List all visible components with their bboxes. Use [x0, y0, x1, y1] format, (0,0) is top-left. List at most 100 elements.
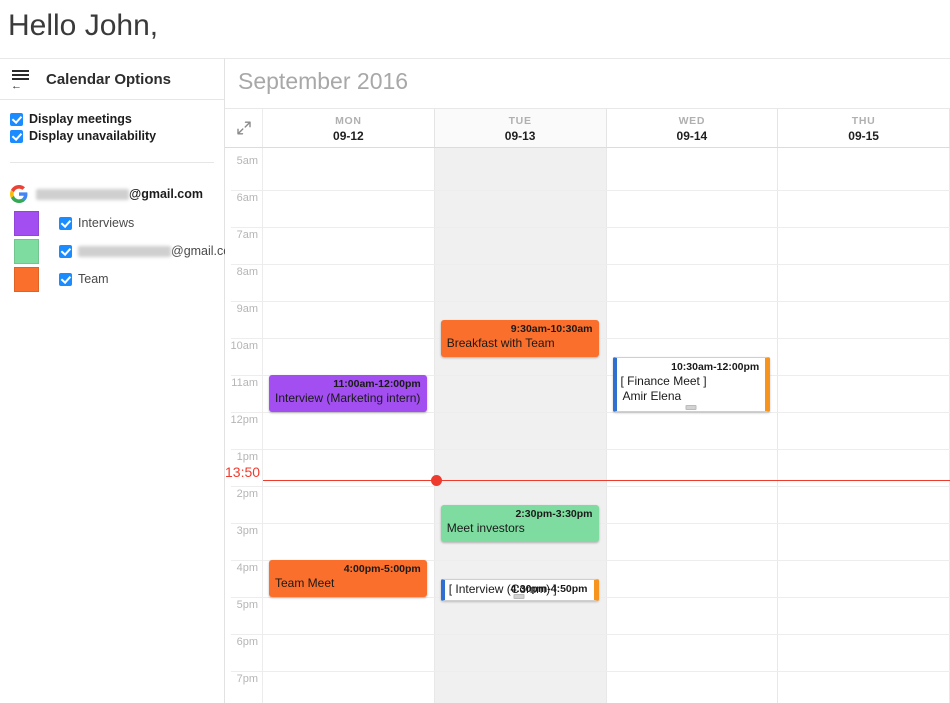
- arrow-left-icon: ←: [11, 80, 22, 92]
- day-column-thu[interactable]: [778, 148, 950, 703]
- hour-label: 4pm: [236, 562, 258, 574]
- hour-gridline: [263, 301, 950, 302]
- calendar-grid-scroll[interactable]: 5am 6am 7am 8am 9am 10am 11am 12pm 1pm 2pm 3pm 4pm 5…: [225, 148, 950, 703]
- hour-gridline: [263, 486, 950, 487]
- day-header-mon[interactable]: MON 09-12: [263, 109, 435, 147]
- hour-gridline: [263, 264, 950, 265]
- gutter-separator: [231, 597, 262, 598]
- day-header-wed[interactable]: WED 09-14: [607, 109, 779, 147]
- day-column-wed[interactable]: [607, 148, 779, 703]
- checkbox-interviews[interactable]: [59, 216, 72, 230]
- calendar-event[interactable]: 9:30am-10:30am Breakfast with Team: [440, 319, 599, 357]
- gutter-separator: [231, 486, 262, 487]
- color-swatch-interviews: [14, 210, 39, 236]
- gutter-separator: [231, 560, 262, 561]
- hour-label: 10am: [230, 340, 258, 352]
- hour-gridline: [263, 227, 950, 228]
- calendar-grid: 5am 6am 7am 8am 9am 10am 11am 12pm 1pm 2pm 3pm 4pm 5…: [225, 148, 950, 703]
- sidebar: ← Calendar Options Display meetings Disp…: [0, 58, 241, 703]
- event-time: 10:30am-12:00pm: [671, 360, 760, 373]
- redacted-email-text: j-clark-recruit: [36, 189, 129, 201]
- day-of-week: THU: [851, 114, 876, 127]
- expand-arrows-icon[interactable]: [225, 109, 263, 147]
- hour-gridline: [263, 449, 950, 450]
- option-label: Display meetings: [29, 112, 132, 126]
- calendar-event[interactable]: 11:00am-12:00pm Interview (Marketing inte…: [269, 375, 427, 412]
- day-header-tue[interactable]: TUE 09-13: [434, 109, 607, 147]
- hour-gridline: [263, 671, 950, 672]
- hour-gridline: [263, 412, 950, 413]
- event-time: 4:00pm-5:00pm: [343, 563, 421, 575]
- current-time-line: [263, 479, 950, 481]
- checkbox-team[interactable]: [59, 272, 72, 286]
- hour-label: 5am: [236, 155, 258, 167]
- current-time-dot: [430, 474, 442, 486]
- hour-label: 1pm: [236, 451, 258, 463]
- day-column-tue[interactable]: [434, 148, 607, 703]
- hour-label: 7am: [236, 229, 258, 241]
- day-column-mon[interactable]: [263, 148, 435, 703]
- checkbox-personal[interactable]: [59, 244, 72, 258]
- hour-label: 9am: [236, 303, 258, 315]
- calendar-month-title: September 2016: [238, 68, 409, 94]
- calendar-event[interactable]: 2:30pm-3:30pm Meet investors: [440, 504, 599, 542]
- calendar-item-personal[interactable]: j-clark-recruit@gmail.com: [14, 237, 241, 265]
- calendar-event[interactable]: 4:00pm-5:00pm Team Meet: [269, 560, 427, 597]
- hamburger-back-icon[interactable]: ←: [10, 67, 32, 92]
- color-swatch-personal: [14, 238, 39, 264]
- gutter-separator: [231, 190, 262, 191]
- day-date: 09-14: [676, 128, 708, 143]
- event-resize-handle[interactable]: [513, 593, 525, 599]
- calendar-list: Interviews j-clark-recruit@gmail.com Tea…: [0, 203, 241, 293]
- display-options: Display meetings Display unavailability: [0, 100, 224, 156]
- calendar-item-team[interactable]: Team: [14, 265, 224, 293]
- hour-label: 6pm: [236, 636, 258, 648]
- hamburger-bar: [12, 70, 29, 72]
- event-time: 9:30am-10:30am: [510, 322, 593, 335]
- hour-label: 7pm: [236, 673, 258, 685]
- day-of-week: TUE: [508, 114, 532, 127]
- sidebar-title: Calendar Options: [46, 70, 172, 88]
- email-domain: @gmail.com: [129, 187, 204, 201]
- event-resize-handle[interactable]: [685, 405, 697, 410]
- time-gutter: 5am 6am 7am 8am 9am 10am 11am 12pm 1pm 2pm 3pm 4pm 5…: [225, 148, 263, 703]
- event-title: [ Finance Meet ]: [620, 373, 707, 388]
- checkbox-display-unavailability[interactable]: [10, 129, 23, 143]
- event-title: Interview (Marketing intern): [275, 391, 421, 405]
- hamburger-bar: [12, 74, 29, 76]
- gutter-separator: [231, 412, 262, 413]
- gutter-separator: [231, 634, 262, 635]
- calendar-event[interactable]: 10:30am-12:00pm[ Finance Meet ] Amir Elen…: [612, 356, 771, 412]
- current-time-label: 13:50: [225, 463, 262, 480]
- calendar-item-label: Interviews: [78, 216, 135, 230]
- calendar-app: Hello John, ← Calendar Options Display m…: [0, 0, 950, 703]
- expand-arrows-glyph: [236, 121, 251, 135]
- hour-label: 3pm: [236, 525, 258, 537]
- checkbox-display-meetings[interactable]: [10, 112, 23, 126]
- option-display-unavailability[interactable]: Display unavailability: [10, 129, 224, 143]
- hour-label: 8am: [236, 266, 258, 278]
- hour-label: 12pm: [230, 414, 258, 426]
- calendar-event[interactable]: 4:30pm-4:50pm[ Interview (Comm) ]: [440, 578, 599, 601]
- hour-label: 5pm: [236, 599, 258, 611]
- calendar-panel: September 2016 MON 09-12 TUE 09-13 WED 0…: [225, 58, 950, 703]
- hour-gridline: [263, 634, 950, 635]
- sidebar-header: ← Calendar Options: [0, 59, 224, 100]
- gutter-separator: [231, 671, 262, 672]
- gutter-separator: [231, 227, 262, 228]
- event-title: Team Meet: [275, 576, 335, 590]
- redacted-email-text: j-clark-recruit: [78, 246, 171, 258]
- gutter-separator: [231, 264, 262, 265]
- option-display-meetings[interactable]: Display meetings: [10, 112, 224, 126]
- gutter-separator: [231, 449, 262, 450]
- calendar-item-label: Team: [78, 272, 109, 286]
- day-header-thu[interactable]: THU 09-15: [778, 109, 950, 147]
- event-subtitle: Amir Elena: [622, 388, 682, 403]
- gutter-separator: [231, 375, 262, 376]
- account-email: j-clark-recruit@gmail.com: [36, 187, 203, 201]
- gutter-separator: [231, 523, 262, 524]
- day-of-week: WED: [678, 114, 706, 127]
- event-time: 11:00am-12:00pm: [333, 378, 421, 390]
- calendar-item-interviews[interactable]: Interviews: [14, 209, 224, 237]
- hour-label: 6am: [236, 192, 258, 204]
